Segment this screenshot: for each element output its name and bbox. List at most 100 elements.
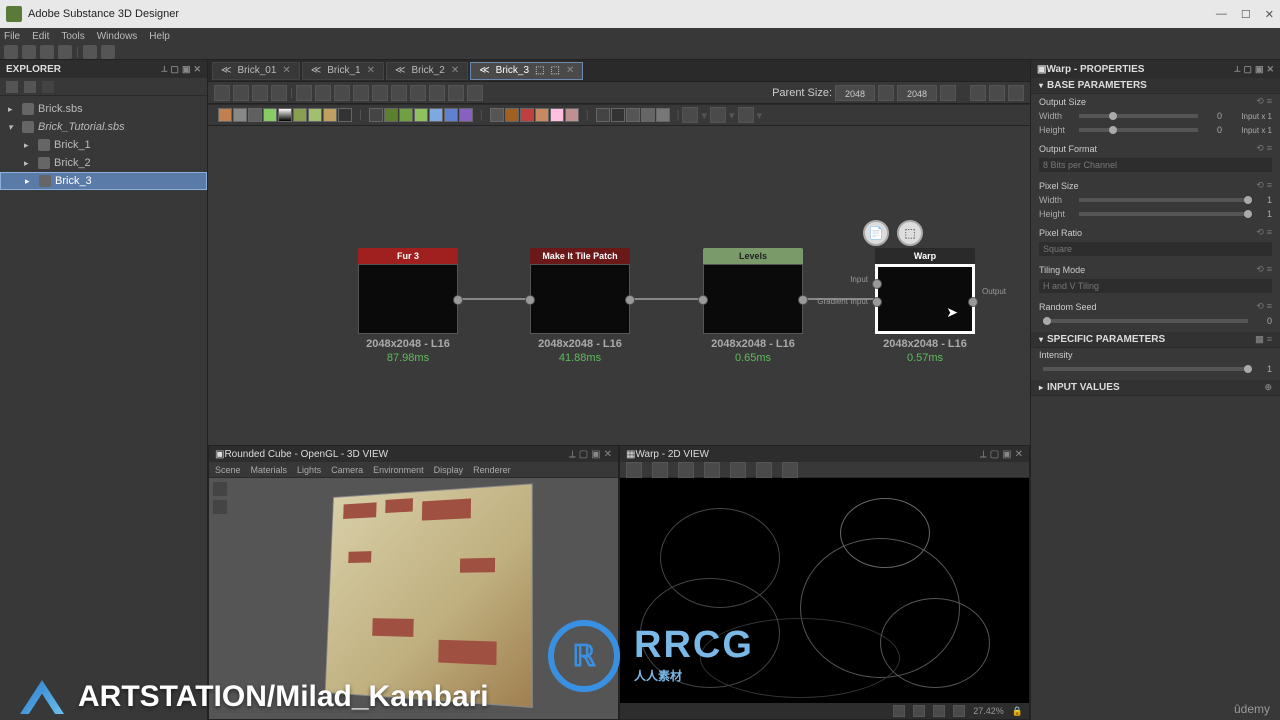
output-format-combo[interactable]: 8 Bits per Channel <box>1039 158 1272 172</box>
size-input[interactable]: 2048 <box>897 85 937 101</box>
swatch-icon[interactable] <box>565 108 579 122</box>
swatch-icon[interactable] <box>656 108 670 122</box>
tool-icon[interactable] <box>730 462 746 478</box>
pin-icon[interactable]: ⟂ <box>161 64 167 75</box>
3d-renderer-menu[interactable]: Renderer <box>473 465 511 475</box>
swatch-icon[interactable] <box>248 108 262 122</box>
menu-icon[interactable]: ≡ <box>1267 264 1272 275</box>
tree-item-brick2[interactable]: ▸ Brick_2 <box>0 154 207 172</box>
menu-icon[interactable]: ≡ <box>1267 96 1272 107</box>
tool-redo-icon[interactable] <box>101 45 115 59</box>
dock-icon[interactable]: ▢ <box>1243 64 1252 75</box>
tool-icon[interactable] <box>467 85 483 101</box>
swatch-icon[interactable] <box>338 108 352 122</box>
output-port[interactable] <box>453 295 463 305</box>
swatch-icon[interactable] <box>293 108 307 122</box>
pin-icon[interactable]: ⟂ <box>1234 64 1240 75</box>
float-icon[interactable]: ▣ <box>182 64 191 75</box>
input-port-gradient[interactable] <box>872 297 882 307</box>
width-slider[interactable] <box>1079 114 1198 118</box>
tool-undo-icon[interactable] <box>83 45 97 59</box>
tool-icon[interactable] <box>710 107 726 123</box>
tile-icon[interactable] <box>913 705 925 717</box>
ps-height-slider[interactable] <box>1079 212 1248 216</box>
tree-item-brick-sbs[interactable]: ▸ Brick.sbs <box>0 100 207 118</box>
swatch-icon[interactable] <box>520 108 534 122</box>
swatch-icon[interactable] <box>626 108 640 122</box>
intensity-slider[interactable] <box>1043 367 1248 371</box>
tool-save-icon[interactable] <box>40 45 54 59</box>
tool-icon[interactable] <box>878 85 894 101</box>
close-panel-icon[interactable]: ✕ <box>193 64 201 75</box>
swatch-icon[interactable] <box>399 108 413 122</box>
node-fur3[interactable]: Fur 3 2048x2048 - L16 87.98ms <box>358 248 458 364</box>
pin-icon[interactable]: ⟂ <box>569 449 576 460</box>
3d-scene-menu[interactable]: Scene <box>215 465 241 475</box>
height-slider[interactable] <box>1079 128 1198 132</box>
tool-icon[interactable] <box>738 107 754 123</box>
link-icon[interactable]: ⟲ <box>1256 264 1264 275</box>
tool-saveall-icon[interactable] <box>58 45 72 59</box>
output-port[interactable] <box>968 297 978 307</box>
close-icon[interactable]: ✕ <box>1015 449 1023 460</box>
tree-item-tutorial-sbs[interactable]: ▾ Brick_Tutorial.sbs <box>0 118 207 136</box>
dock-icon[interactable]: ▢ <box>170 64 179 75</box>
input-port[interactable] <box>698 295 708 305</box>
tool-icon[interactable] <box>704 462 720 478</box>
dock-icon[interactable]: ▢ <box>579 449 588 460</box>
pin-icon[interactable]: ⟂ <box>980 449 987 460</box>
menu-help[interactable]: Help <box>149 31 170 42</box>
tool-icon[interactable] <box>391 85 407 101</box>
tool-icon[interactable] <box>410 85 426 101</box>
menu-file[interactable]: File <box>4 31 20 42</box>
node-tile-patch[interactable]: Make It Tile Patch Gray... 2048x2048 - L… <box>530 248 630 364</box>
menu-icon[interactable]: ≡ <box>1267 227 1272 238</box>
tool-icon[interactable] <box>970 85 986 101</box>
menu-icon[interactable]: ≡ <box>1267 143 1272 154</box>
tool-icon[interactable] <box>756 462 772 478</box>
swatch-icon[interactable] <box>278 108 292 122</box>
tool-icon[interactable] <box>448 85 464 101</box>
3d-env-menu[interactable]: Environment <box>373 465 424 475</box>
close-icon[interactable]: ✕ <box>604 449 612 460</box>
tab-brick1[interactable]: ≪Brick_1✕ <box>302 62 384 80</box>
menu-edit[interactable]: Edit <box>32 31 49 42</box>
exp-tool3-icon[interactable] <box>42 81 54 93</box>
tab-brick2[interactable]: ≪Brick_2✕ <box>386 62 468 80</box>
tiling-mode-combo[interactable]: H and V Tiling <box>1039 279 1272 293</box>
tool-icon[interactable] <box>429 85 445 101</box>
node-warp[interactable]: 📄 ⬚ Warp Input Gradient Input Output ➤ 2… <box>875 248 975 364</box>
tool-icon[interactable] <box>271 85 287 101</box>
menu-icon[interactable]: ≡ <box>1267 180 1272 191</box>
minimize-button[interactable]: — <box>1216 8 1227 21</box>
tool-icon[interactable] <box>315 85 331 101</box>
3d-viewport[interactable] <box>209 478 618 719</box>
tool-icon[interactable] <box>782 462 798 478</box>
menu-icon[interactable]: ≡ <box>1267 334 1272 345</box>
swatch-icon[interactable] <box>459 108 473 122</box>
link-icon[interactable]: ⟲ <box>1256 143 1264 154</box>
swatch-icon[interactable] <box>323 108 337 122</box>
tree-item-brick3[interactable]: ▸ Brick_3 <box>0 172 207 190</box>
tool-icon[interactable] <box>252 85 268 101</box>
swatch-icon[interactable] <box>384 108 398 122</box>
channel-icon[interactable] <box>953 705 965 717</box>
tool-icon[interactable] <box>652 462 668 478</box>
info-icon[interactable] <box>933 705 945 717</box>
node-graph[interactable]: Fur 3 2048x2048 - L16 87.98ms Make It Ti… <box>208 126 1030 445</box>
output-port[interactable] <box>798 295 808 305</box>
tool-icon[interactable] <box>372 85 388 101</box>
tool-new-icon[interactable] <box>4 45 18 59</box>
float-icon[interactable]: ▣ <box>1255 64 1264 75</box>
pixel-ratio-combo[interactable]: Square <box>1039 242 1272 256</box>
seed-slider[interactable] <box>1043 319 1248 323</box>
add-icon[interactable]: ⊕ <box>1264 382 1272 393</box>
tree-item-brick1[interactable]: ▸ Brick_1 <box>0 136 207 154</box>
input-port[interactable] <box>872 279 882 289</box>
grid-icon[interactable] <box>893 705 905 717</box>
close-icon[interactable]: ✕ <box>451 65 459 76</box>
swatch-icon[interactable] <box>233 108 247 122</box>
tool-icon[interactable] <box>626 462 642 478</box>
tool-open-icon[interactable] <box>22 45 36 59</box>
output-port[interactable] <box>625 295 635 305</box>
